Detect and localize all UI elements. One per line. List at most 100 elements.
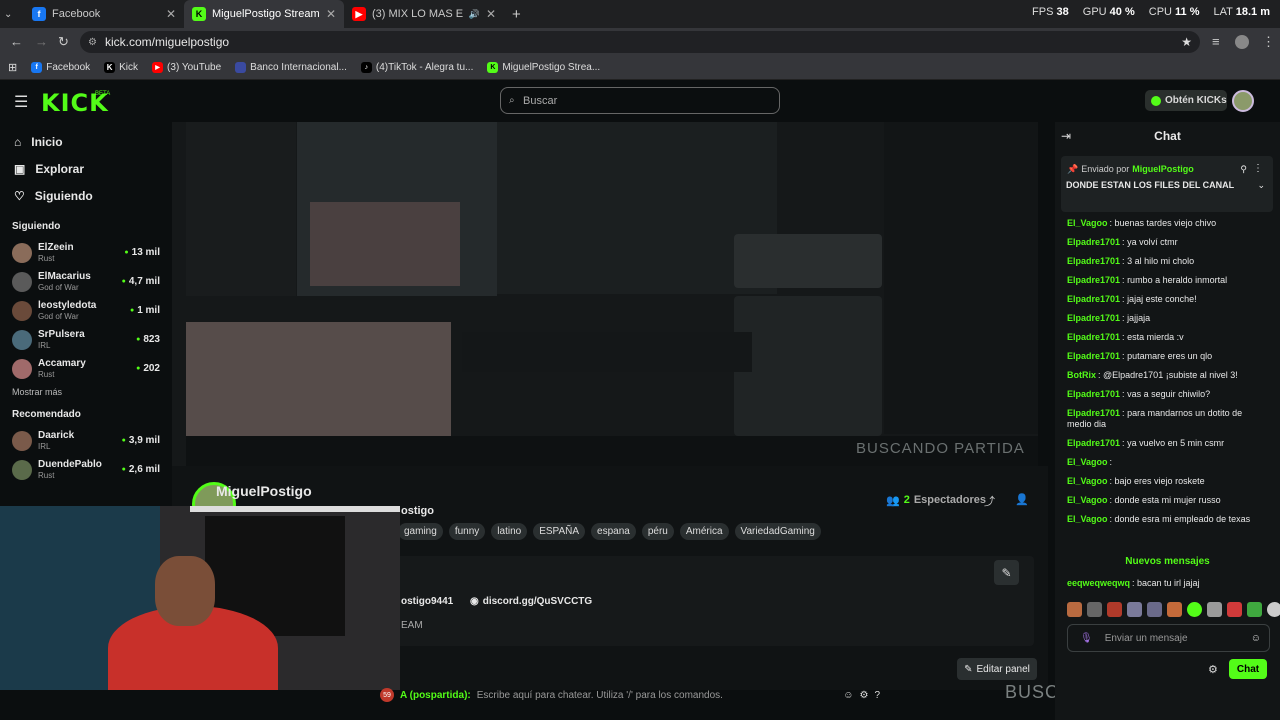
chat-message[interactable]: Elpadre1701: 3 al hilo mi cholo: [1055, 252, 1280, 271]
tab-facebook[interactable]: f Facebook ✕: [24, 0, 184, 28]
menu-icon[interactable]: ☰: [14, 92, 28, 112]
chevron-down-icon[interactable]: ⌄: [1257, 180, 1265, 191]
emoji-icon[interactable]: ☺: [843, 690, 853, 701]
chat-username[interactable]: El_Vagoo: [1067, 476, 1108, 486]
bookmark-facebook[interactable]: f Facebook: [31, 62, 90, 73]
emote-icon[interactable]: [1147, 602, 1162, 617]
reload-icon[interactable]: ↻: [58, 34, 69, 50]
forward-icon[interactable]: →: [35, 34, 48, 49]
chat-message[interactable]: Elpadre1701: vas a seguir chiwilo?: [1055, 385, 1280, 404]
nav-explorar[interactable]: ▣ Explorar: [0, 155, 172, 182]
chat-message[interactable]: El_Vagoo: donde esra mi empleado de texa…: [1055, 510, 1280, 529]
social-link-2[interactable]: ◉ discord.gg/QuSVCCTG: [470, 596, 592, 607]
chat-username[interactable]: Elpadre1701: [1067, 438, 1120, 448]
back-icon[interactable]: ←: [10, 34, 23, 49]
new-tab-button[interactable]: +: [504, 6, 521, 23]
settings-icon[interactable]: ⚙: [859, 690, 868, 701]
bookmark-tiktok[interactable]: ♪ (4)TikTok - Alegra tu...: [360, 62, 473, 73]
chat-username[interactable]: eeqweqweqwq: [1067, 578, 1130, 588]
chat-message[interactable]: El_Vagoo: donde esta mi mujer russo: [1055, 491, 1280, 510]
stream-tag[interactable]: VariedadGaming: [734, 523, 821, 540]
stream-tag[interactable]: péru: [641, 523, 674, 540]
bookmark-youtube[interactable]: ▶ (3) YouTube: [152, 62, 221, 73]
chat-username[interactable]: Elpadre1701: [1067, 351, 1120, 361]
apps-icon[interactable]: ⊞: [8, 61, 17, 74]
chat-message[interactable]: Elpadre1701: rumbo a heraldo inmortal: [1055, 271, 1280, 290]
extensions-icon[interactable]: ≡: [1212, 34, 1220, 49]
share-icon[interactable]: ⤴: [984, 493, 995, 509]
chat-message[interactable]: El_Vagoo: bajo eres viejo roskete: [1055, 472, 1280, 491]
sidebar-channel[interactable]: leostyledotaGod of War 1 mil: [0, 296, 172, 325]
emoji-icon[interactable]: ☺: [1251, 633, 1261, 644]
show-more-link[interactable]: Mostrar más: [0, 387, 172, 397]
chat-username[interactable]: Elpadre1701: [1067, 237, 1120, 247]
emote-icon[interactable]: [1267, 602, 1280, 617]
chat-message[interactable]: Elpadre1701: ya vuelvo en 5 min csmr: [1055, 434, 1280, 453]
chat-message[interactable]: Elpadre1701: ya volví ctmr: [1055, 233, 1280, 252]
sidebar-channel[interactable]: DuendePabloRust 2,6 mil: [0, 455, 172, 484]
chat-message-latest[interactable]: eeqweqweqwq: bacan tu irl jajaj: [1055, 574, 1212, 593]
tab-kick[interactable]: K MiguelPostigo Stream - Watch ✕: [184, 0, 344, 28]
video-player[interactable]: BUSCANDO PARTIDA: [172, 122, 1038, 466]
chat-username[interactable]: Elpadre1701: [1067, 275, 1120, 285]
bookmark-banco[interactable]: Banco Internacional...: [235, 62, 347, 73]
chat-username[interactable]: El_Vagoo: [1067, 457, 1108, 467]
chat-message[interactable]: Elpadre1701: para mandarnos un dotito de…: [1055, 404, 1280, 434]
chat-username[interactable]: Elpadre1701: [1067, 332, 1120, 342]
search-input[interactable]: ⌕ Buscar: [500, 87, 780, 114]
sidebar-channel[interactable]: AccamaryRust 202: [0, 354, 172, 383]
emote-icon[interactable]: [1127, 602, 1142, 617]
nav-siguiendo[interactable]: ♡ Siguiendo: [0, 182, 172, 209]
chat-username[interactable]: BotRix: [1067, 370, 1096, 380]
tab-youtube[interactable]: ▶ (3) MIX LO MAS ESCUCHADO 🔊 ✕: [344, 0, 504, 28]
close-tab-icon[interactable]: ✕: [326, 7, 336, 21]
chat-message[interactable]: Elpadre1701: jajaj este conche!: [1055, 290, 1280, 309]
sidebar-channel[interactable]: DaarickIRL 3,9 mil: [0, 426, 172, 455]
chat-message[interactable]: Elpadre1701: jajjaja: [1055, 309, 1280, 328]
sidebar-channel[interactable]: ElMacariusGod of War 4,7 mil: [0, 267, 172, 296]
browser-menu-icon[interactable]: ⋮: [1262, 34, 1275, 50]
stream-tag[interactable]: América: [679, 523, 729, 540]
edit-icon[interactable]: ✎: [994, 560, 1019, 585]
chat-username[interactable]: El_Vagoo: [1067, 495, 1108, 505]
emote-icon[interactable]: [1207, 602, 1222, 617]
chat-username[interactable]: Elpadre1701: [1067, 256, 1120, 266]
chat-message[interactable]: El_Vagoo:: [1055, 453, 1280, 472]
sidebar-channel[interactable]: SrPulseraIRL 823: [0, 325, 172, 354]
site-info-icon[interactable]: ⚙: [88, 37, 97, 48]
profile-icon[interactable]: 👤: [1015, 493, 1029, 506]
emote-icon[interactable]: [1247, 602, 1262, 617]
chat-username[interactable]: Elpadre1701: [1067, 294, 1120, 304]
sidebar-channel[interactable]: ElZeeinRust 13 mil: [0, 238, 172, 267]
stream-tag[interactable]: ESPAÑA: [533, 523, 586, 540]
emote-icon[interactable]: [1107, 602, 1122, 617]
url-field[interactable]: ⚙ kick.com/miguelpostigo ★: [80, 31, 1200, 53]
unpin-icon[interactable]: ⚲: [1240, 164, 1247, 175]
chat-settings-icon[interactable]: ⚙: [1208, 663, 1218, 676]
stream-tag[interactable]: espana: [591, 523, 636, 540]
emote-icon[interactable]: [1167, 602, 1182, 617]
chat-username[interactable]: El_Vagoo: [1067, 514, 1108, 524]
bookmark-kick[interactable]: K Kick: [104, 62, 138, 73]
bookmark-miguelpostigo[interactable]: K MiguelPostigo Strea...: [487, 62, 600, 73]
emote-icon[interactable]: [1067, 602, 1082, 617]
chat-username[interactable]: Elpadre1701: [1067, 408, 1120, 418]
tab-search-button[interactable]: ⌄: [0, 0, 24, 28]
more-options-icon[interactable]: ⋮: [1253, 163, 1263, 174]
social-link-1[interactable]: ostigo9441: [401, 596, 453, 607]
stream-tag[interactable]: latino: [491, 523, 528, 540]
send-chat-button[interactable]: Chat: [1229, 659, 1267, 679]
chat-message[interactable]: BotRix: @Elpadre1701 ¡subiste al nivel 3…: [1055, 366, 1280, 385]
pinned-message[interactable]: 📌 Enviado por MiguelPostigo ⚲ ⋮ DONDE ES…: [1061, 156, 1273, 212]
chat-username[interactable]: El_Vagoo: [1067, 218, 1108, 228]
user-avatar[interactable]: [1232, 90, 1254, 112]
nav-inicio[interactable]: ⌂ Inicio: [0, 128, 172, 155]
bookmark-star-icon[interactable]: ★: [1181, 35, 1192, 49]
close-tab-icon[interactable]: ✕: [486, 7, 496, 21]
edit-panel-button[interactable]: ✎ Editar panel: [957, 658, 1037, 680]
stream-tag[interactable]: funny: [448, 523, 486, 540]
streamer-name[interactable]: MiguelPostigo: [216, 483, 312, 499]
chat-input[interactable]: 🎙 Enviar un mensaje ☺: [1067, 624, 1270, 652]
close-tab-icon[interactable]: ✕: [166, 7, 176, 21]
chat-username[interactable]: Elpadre1701: [1067, 313, 1120, 323]
